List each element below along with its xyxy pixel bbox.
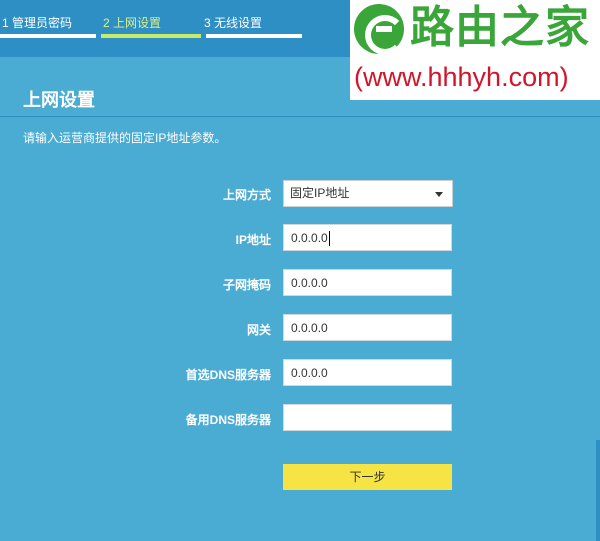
watermark-name: 路由之家 (410, 2, 590, 53)
subnet-mask-label: 子网掩码 (222, 278, 271, 292)
subnet-mask-input[interactable] (283, 269, 452, 296)
step-internet-settings[interactable]: 2 上网设置 (103, 14, 161, 31)
ip-address-input[interactable] (283, 224, 452, 251)
chevron-down-icon[interactable] (435, 192, 443, 197)
step-progress-3 (206, 34, 302, 38)
watermark: 路由之家 (www.hhhyh.com) (350, 0, 600, 100)
gateway-input[interactable] (283, 314, 452, 341)
next-step-button[interactable]: 下一步 (283, 464, 452, 490)
secondary-dns-input[interactable] (283, 404, 452, 431)
connection-type-select[interactable]: 固定IP地址 (283, 180, 453, 207)
edge-shade (596, 440, 600, 541)
text-cursor (329, 231, 330, 246)
connection-type-label: 上网方式 (222, 188, 271, 202)
ip-address-label: IP地址 (235, 233, 271, 247)
step-wireless-settings[interactable]: 3 无线设置 (204, 14, 262, 31)
secondary-dns-label: 备用DNS服务器 (185, 413, 271, 427)
step-progress-2 (101, 34, 201, 38)
step-progress-1 (0, 34, 96, 38)
page-title: 上网设置 (23, 90, 95, 110)
step-admin-password[interactable]: 1 管理员密码 (2, 14, 72, 31)
instruction-text: 请输入运营商提供的固定IP地址参数。 (23, 131, 227, 145)
gateway-label: 网关 (246, 323, 271, 337)
title-divider (0, 116, 600, 117)
watermark-logo-icon (354, 4, 405, 55)
primary-dns-label: 首选DNS服务器 (185, 368, 271, 382)
primary-dns-input[interactable] (283, 359, 452, 386)
connection-type-value: 固定IP地址 (290, 186, 350, 200)
watermark-url: (www.hhhyh.com) (354, 62, 569, 92)
